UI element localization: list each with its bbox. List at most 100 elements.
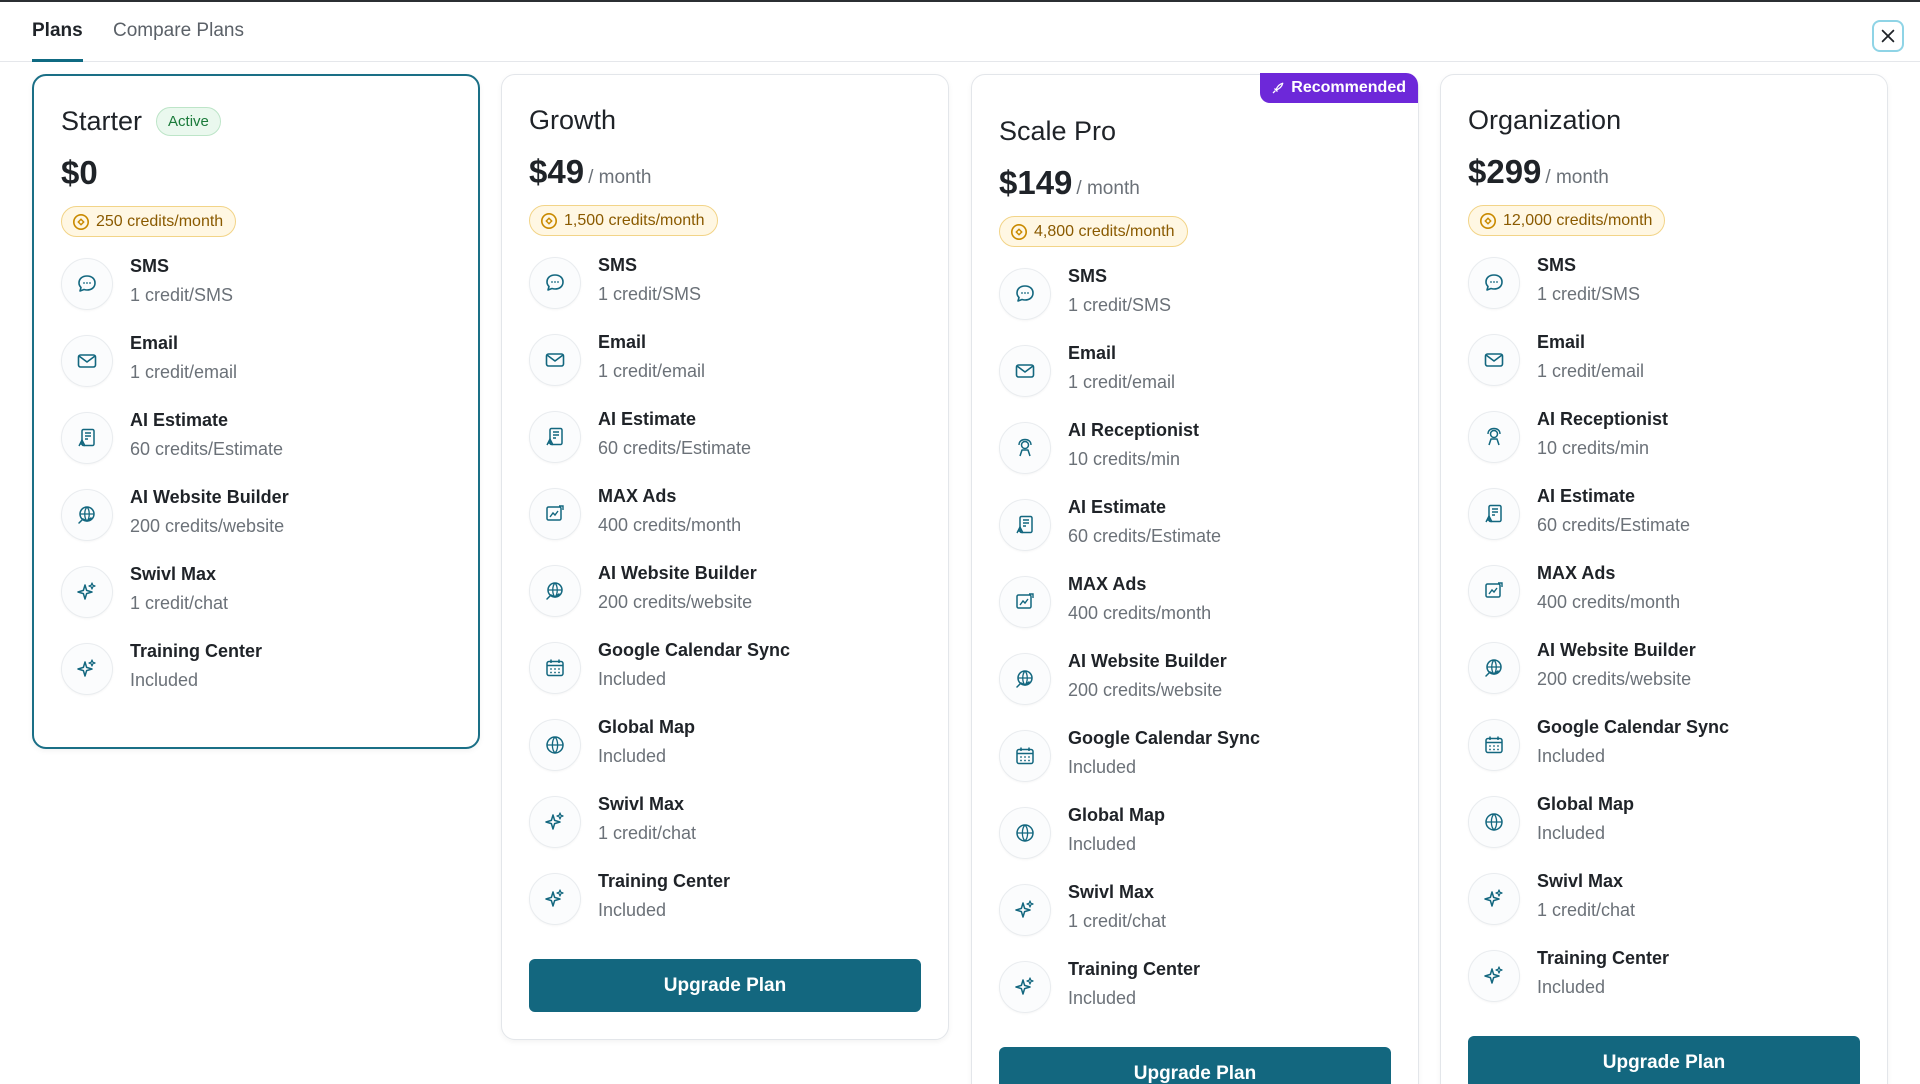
feature-desc: Included (1537, 746, 1606, 766)
feature-item: MAX Ads 400 credits/month (529, 484, 928, 546)
feature-name: AI Estimate (1537, 486, 1636, 506)
active-badge: Active (156, 107, 221, 136)
plan-price: $49 (529, 153, 585, 190)
chat-bubble-icon (1468, 257, 1520, 309)
feature-item: SMS 1 credit/SMS (999, 264, 1398, 326)
feature-name: AI Estimate (598, 409, 697, 429)
feature-desc: Included (598, 900, 667, 920)
feature-name: AI Estimate (1068, 497, 1167, 517)
feature-name: MAX Ads (1068, 574, 1147, 594)
estimate-icon (61, 412, 113, 464)
feature-desc: Included (1537, 823, 1606, 843)
feature-name: Google Calendar Sync (1537, 717, 1730, 737)
feature-desc: 1 credit/chat (1537, 900, 1636, 920)
credits-label: 250 credits/month (96, 212, 224, 230)
globe-icon (1468, 796, 1520, 848)
feature-name: Google Calendar Sync (598, 640, 791, 660)
receptionist-icon (999, 422, 1051, 474)
feature-desc: 1 credit/SMS (1068, 295, 1172, 315)
recommended-label: Recommended (1291, 79, 1406, 96)
feature-desc: 1 credit/email (598, 361, 706, 381)
coin-icon (72, 213, 90, 230)
feature-name: Email (1537, 332, 1586, 352)
credits-badge: 1,500 credits/month (529, 205, 718, 236)
upgrade-plan-button[interactable]: Upgrade Plan (999, 1047, 1391, 1084)
feature-item: Google Calendar Sync Included (1468, 715, 1867, 777)
feature-name: AI Receptionist (1068, 420, 1200, 440)
feature-name: Training Center (1537, 948, 1670, 968)
feature-item: AI Receptionist 10 credits/min (999, 418, 1398, 480)
coin-icon (540, 212, 558, 229)
sparkle-icon (61, 566, 113, 618)
credits-label: 12,000 credits/month (1503, 211, 1653, 229)
feature-name: SMS (1068, 266, 1108, 286)
mail-icon (1468, 334, 1520, 386)
feature-item: MAX Ads 400 credits/month (999, 572, 1398, 634)
close-icon (1881, 29, 1895, 43)
feature-name: Swivl Max (130, 564, 217, 584)
feature-item: Google Calendar Sync Included (529, 638, 928, 700)
sparkle-icon (999, 884, 1051, 936)
sparkle-icon (529, 873, 581, 925)
close-button[interactable] (1872, 20, 1904, 52)
feature-desc: 10 credits/min (1537, 438, 1650, 458)
plan-period: / month (1076, 178, 1140, 199)
feature-item: Training Center Included (1468, 946, 1867, 1008)
globe-hand-icon (61, 489, 113, 541)
plan-price: $0 (61, 154, 98, 191)
tab-compare-plans[interactable]: Compare Plans (113, 2, 244, 62)
feature-item: Training Center Included (61, 639, 458, 701)
estimate-icon (999, 499, 1051, 551)
feature-desc: 1 credit/chat (598, 823, 697, 843)
coin-icon (1479, 212, 1497, 229)
feature-name: SMS (598, 255, 638, 275)
feature-name: Email (130, 333, 179, 353)
sparkle-icon (61, 643, 113, 695)
plan-period: / month (1545, 167, 1609, 188)
feature-desc: Included (1068, 757, 1137, 777)
feature-item: AI Website Builder 200 credits/website (999, 649, 1398, 711)
feature-name: MAX Ads (598, 486, 677, 506)
feature-name: Email (1068, 343, 1117, 363)
feature-item: AI Website Builder 200 credits/website (529, 561, 928, 623)
feature-desc: 1 credit/email (130, 362, 238, 382)
calendar-icon (529, 642, 581, 694)
plan-card-organization: Organization $299 / month 12,000 credits… (1440, 74, 1888, 1084)
feature-desc: 1 credit/SMS (130, 285, 234, 305)
feature-name: AI Website Builder (1537, 640, 1696, 660)
feature-name: Email (598, 332, 647, 352)
feature-item: Email 1 credit/email (999, 341, 1398, 403)
feature-item: AI Website Builder 200 credits/website (61, 485, 458, 547)
estimate-icon (1468, 488, 1520, 540)
estimate-icon (529, 411, 581, 463)
feature-item: Global Map Included (1468, 792, 1867, 854)
feature-name: AI Website Builder (1068, 651, 1227, 671)
sparkle-icon (999, 961, 1051, 1013)
plan-card-growth: Growth $49 / month 1,500 credits/month S… (501, 74, 949, 1040)
feature-name: Swivl Max (1537, 871, 1624, 891)
globe-icon (529, 719, 581, 771)
chat-bubble-icon (61, 258, 113, 310)
feature-item: AI Estimate 60 credits/Estimate (999, 495, 1398, 557)
feature-item: Global Map Included (999, 803, 1398, 865)
feature-name: Training Center (598, 871, 731, 891)
feature-name: AI Estimate (130, 410, 229, 430)
upgrade-plan-button[interactable]: Upgrade Plan (1468, 1036, 1860, 1084)
feature-item: AI Estimate 60 credits/Estimate (529, 407, 928, 469)
mail-icon (529, 334, 581, 386)
feature-desc: 1 credit/SMS (598, 284, 702, 304)
feature-item: SMS 1 credit/SMS (61, 254, 458, 316)
feature-desc: 60 credits/Estimate (1068, 526, 1222, 546)
plan-name: Starter (61, 106, 143, 136)
feature-item: Swivl Max 1 credit/chat (529, 792, 928, 854)
plan-tabs: Plans Compare Plans (0, 2, 1920, 62)
plan-price: $149 (999, 164, 1073, 201)
feature-desc: 60 credits/Estimate (598, 438, 752, 458)
feature-item: Google Calendar Sync Included (999, 726, 1398, 788)
upgrade-plan-button[interactable]: Upgrade Plan (529, 959, 921, 1012)
tab-plans[interactable]: Plans (32, 2, 83, 62)
chat-bubble-icon (529, 257, 581, 309)
rocket-icon (1272, 82, 1284, 93)
receptionist-icon (1468, 411, 1520, 463)
feature-name: Global Map (1537, 794, 1635, 814)
